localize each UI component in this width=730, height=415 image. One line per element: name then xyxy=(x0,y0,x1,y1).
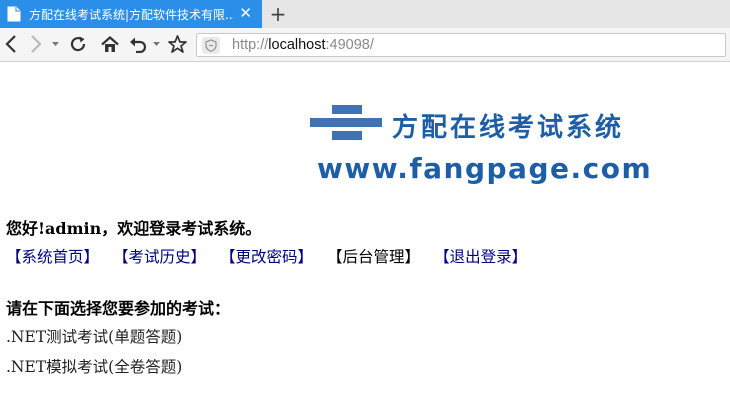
forward-icon[interactable] xyxy=(29,33,43,55)
home-icon[interactable] xyxy=(100,33,120,55)
site-logo: 方配在线考试系统 www.fangpage.com xyxy=(310,103,690,193)
bookmark-star-icon[interactable] xyxy=(167,33,187,55)
url-scheme: http:// xyxy=(232,37,269,53)
undo-dropdown-icon[interactable] xyxy=(152,33,160,55)
exam-select-prompt: 请在下面选择您要参加的考试： xyxy=(6,299,231,318)
url-port: :49098/ xyxy=(325,37,374,53)
tab-bar: 方配在线考试系统|方配软件技术有限... ✕ + xyxy=(0,0,730,28)
menu-logout-link[interactable]: 【退出登录】 xyxy=(434,245,527,267)
new-tab-button[interactable]: + xyxy=(268,3,288,25)
history-dropdown-icon[interactable] xyxy=(51,33,59,55)
page-icon xyxy=(7,6,21,22)
tab-title: 方配在线考试系统|方配软件技术有限... xyxy=(29,7,234,22)
navigation-bar: http://localhost:49098/ xyxy=(0,28,730,62)
url-text[interactable]: http://localhost:49098/ xyxy=(232,37,374,53)
logo-url: www.fangpage.com xyxy=(317,152,653,185)
main-menu: 【系统首页】 【考试历史】 【更改密码】 【后台管理】 【退出登录】 xyxy=(6,245,541,267)
back-icon[interactable] xyxy=(4,33,18,55)
close-tab-icon[interactable]: ✕ xyxy=(239,5,252,21)
logo-mark-icon xyxy=(310,105,382,140)
exam-link-single[interactable]: .NET测试考试(单题答题) xyxy=(6,325,182,347)
menu-change-password-link[interactable]: 【更改密码】 xyxy=(220,245,313,267)
url-host: localhost xyxy=(268,37,326,53)
welcome-message: 您好!admin，欢迎登录考试系统。 xyxy=(6,219,262,238)
address-bar[interactable]: http://localhost:49098/ xyxy=(196,33,726,57)
undo-close-icon[interactable] xyxy=(128,33,148,55)
exam-link-full[interactable]: .NET模拟考试(全卷答题) xyxy=(6,355,182,377)
menu-home-link[interactable]: 【系统首页】 xyxy=(6,245,99,267)
menu-exam-history-link[interactable]: 【考试历史】 xyxy=(113,245,206,267)
menu-admin-link[interactable]: 【后台管理】 xyxy=(327,245,420,267)
logo-title: 方配在线考试系统 xyxy=(392,113,625,143)
tab-active[interactable]: 方配在线考试系统|方配软件技术有限... ✕ xyxy=(0,0,262,28)
reload-icon[interactable] xyxy=(68,33,88,55)
shield-icon[interactable] xyxy=(202,37,220,54)
